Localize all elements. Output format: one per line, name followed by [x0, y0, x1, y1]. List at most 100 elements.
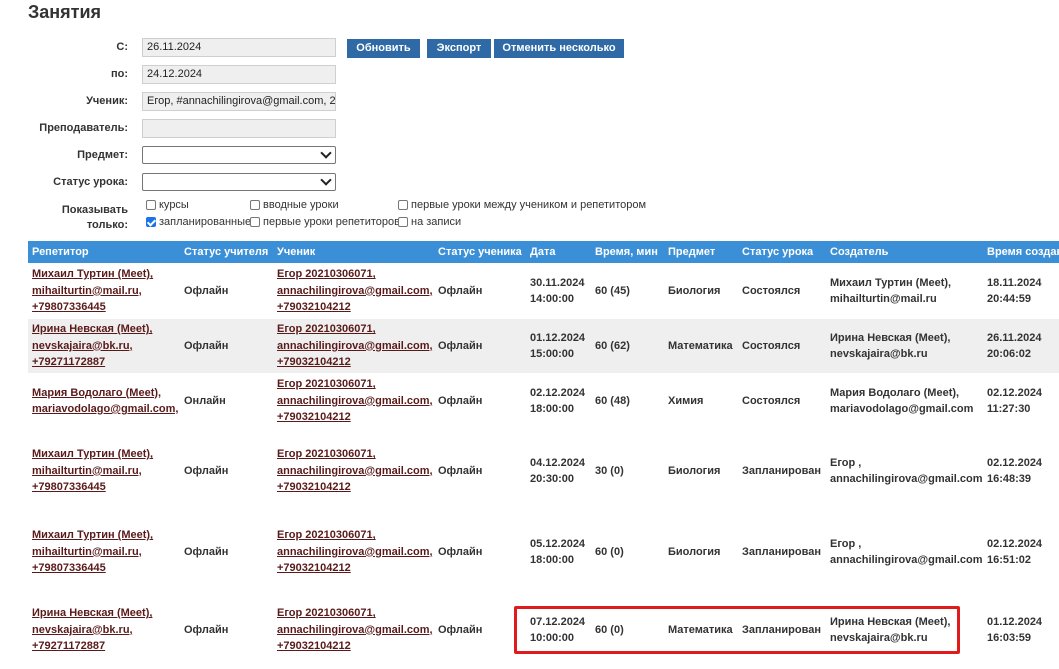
col-header-student[interactable]: Ученик — [273, 241, 434, 263]
student-name-link[interactable]: Егор 20210306071, — [277, 448, 376, 460]
tutor-phone-link[interactable]: +79807336445 — [32, 481, 106, 493]
created-time-cell: 02.12.2024 11:27:30 — [983, 373, 1059, 429]
tutor-email-link[interactable]: mihailturtin@mail.ru, — [32, 285, 142, 297]
creator-cell: Егор , annachilingirova@gmail.com — [826, 513, 983, 591]
lesson-status-cell: Запланирован — [742, 545, 821, 558]
student-phone-link[interactable]: +79032104212 — [277, 411, 351, 423]
tutor-email-link[interactable]: nevskajaira@bk.ru, — [32, 624, 133, 636]
checkbox-first-between-box[interactable] — [398, 200, 408, 210]
creator-email: nevskajaira@bk.ru — [830, 348, 928, 360]
checkbox-recorded-box[interactable] — [398, 217, 408, 227]
col-header-date[interactable]: Дата — [526, 241, 591, 263]
date-value: 02.12.2024 — [530, 386, 586, 399]
student-name-link[interactable]: Егор 20210306071, — [277, 529, 376, 541]
col-header-lesson-status[interactable]: Статус урока — [738, 241, 826, 263]
checkbox-intro-box[interactable] — [250, 200, 260, 210]
time-value: 18:00:00 — [530, 403, 575, 415]
lesson-status-select[interactable] — [142, 173, 336, 191]
student-phone-link[interactable]: +79032104212 — [277, 481, 351, 493]
subject-cell: Биология — [668, 464, 721, 477]
checkbox-planned-label: запланированные — [159, 216, 252, 228]
checkbox-first-tutor-label: первые уроки репетиторов — [263, 216, 400, 228]
tutor-phone-link[interactable]: +79271172887 — [32, 640, 105, 652]
checkbox-first-tutor[interactable]: первые уроки репетиторов — [250, 216, 400, 228]
tutor-email-link[interactable]: mihailturtin@mail.ru, — [32, 465, 142, 477]
from-date-input[interactable]: 26.11.2024 — [142, 38, 336, 57]
refresh-button[interactable]: Обновить — [347, 39, 420, 58]
created-time-cell: 26.11.2024 20:06:02 — [983, 319, 1059, 373]
student-cell: Егор 20210306071, annachilingirova@gmail… — [273, 591, 434, 669]
col-header-student-status[interactable]: Статус ученика — [434, 241, 526, 263]
student-name-link[interactable]: Егор 20210306071, — [277, 378, 376, 390]
student-email-link[interactable]: annachilingirova@gmail.com, — [277, 285, 433, 297]
student-phone-link[interactable]: +79032104212 — [277, 301, 351, 313]
cancel-several-button[interactable]: Отменить несколько — [494, 39, 624, 58]
tutor-phone-link[interactable]: +79271172887 — [32, 356, 105, 368]
creator-cell: Мария Водолаго (Meet), mariavodolago@gma… — [826, 373, 983, 429]
creator-name: Михаил Туртин (Meet), — [830, 276, 952, 289]
student-phone-link[interactable]: +79032104212 — [277, 562, 351, 574]
student-email-link[interactable]: annachilingirova@gmail.com, — [277, 546, 433, 558]
col-header-subject[interactable]: Предмет — [664, 241, 738, 263]
creator-email: annachilingirova@gmail.com — [830, 473, 983, 485]
tutor-email-link[interactable]: mihailturtin@mail.ru, — [32, 546, 142, 558]
table-row: Михаил Туртин (Meet), mihailturtin@mail.… — [28, 429, 1059, 513]
subject-cell: Биология — [668, 545, 721, 558]
col-header-creator[interactable]: Создатель — [826, 241, 983, 263]
tutor-email-link[interactable]: mariavodolago@gmail.com, — [32, 403, 178, 415]
checkbox-courses-box[interactable] — [146, 200, 156, 210]
col-header-tutor[interactable]: Репетитор — [28, 241, 180, 263]
student-name-link[interactable]: Егор 20210306071, — [277, 268, 376, 280]
col-header-created-time[interactable]: Время создания — [983, 241, 1059, 263]
checkbox-planned-box[interactable] — [146, 217, 156, 227]
export-button[interactable]: Экспорт — [427, 39, 491, 58]
student-name-link[interactable]: Егор 20210306071, — [277, 323, 376, 335]
checkbox-recorded[interactable]: на записи — [398, 216, 461, 228]
lesson-status-cell: Запланирован — [742, 623, 821, 636]
date-cell: 04.12.2024 20:30:00 — [526, 429, 591, 513]
from-label: С: — [116, 41, 128, 53]
col-header-teacher-status[interactable]: Статус учителя — [180, 241, 273, 263]
checkbox-planned[interactable]: запланированные — [146, 216, 251, 228]
student-input[interactable]: Егор, #annachilingirova@gmail.com, 20 — [142, 92, 336, 111]
tutor-cell: Михаил Туртин (Meet), mihailturtin@mail.… — [28, 513, 180, 591]
student-status: Офлайн — [438, 545, 483, 558]
subject-cell: Биология — [668, 284, 721, 297]
checkbox-first-tutor-box[interactable] — [250, 217, 260, 227]
chevron-down-icon — [320, 147, 332, 159]
checkbox-courses[interactable]: курсы — [146, 199, 189, 211]
duration-cell: 60 (48) — [595, 394, 630, 407]
tutor-name-link[interactable]: Михаил Туртин (Meet), — [32, 448, 153, 460]
teacher-input[interactable] — [142, 119, 336, 138]
created-date: 18.11.2024 — [987, 276, 1042, 289]
student-email-link[interactable]: annachilingirova@gmail.com, — [277, 340, 433, 352]
student-email-link[interactable]: annachilingirova@gmail.com, — [277, 395, 433, 407]
tutor-email-link[interactable]: nevskajaira@bk.ru, — [32, 340, 133, 352]
student-email-link[interactable]: annachilingirova@gmail.com, — [277, 465, 433, 477]
checkbox-intro-label: вводные уроки — [263, 199, 339, 211]
date-cell: 02.12.2024 18:00:00 — [526, 373, 591, 429]
student-phone-link[interactable]: +79032104212 — [277, 640, 351, 652]
tutor-name-link[interactable]: Мария Водолаго (Meet), — [32, 387, 161, 399]
creator-email: annachilingirova@gmail.com — [830, 554, 983, 566]
student-phone-link[interactable]: +79032104212 — [277, 356, 351, 368]
student-email-link[interactable]: annachilingirova@gmail.com, — [277, 624, 433, 636]
teacher-status: Онлайн — [184, 394, 226, 407]
col-header-duration[interactable]: Время, мин — [591, 241, 664, 263]
checkbox-intro-lessons[interactable]: вводные уроки — [250, 199, 339, 211]
tutor-phone-link[interactable]: +79807336445 — [32, 562, 106, 574]
tutor-name-link[interactable]: Михаил Туртин (Meet), — [32, 529, 153, 541]
student-cell: Егор 20210306071, annachilingirova@gmail… — [273, 513, 434, 591]
creator-cell: Ирина Невская (Meet), nevskajaira@bk.ru — [826, 591, 983, 669]
tutor-name-link[interactable]: Ирина Невская (Meet), — [32, 607, 152, 619]
to-date-input[interactable]: 24.12.2024 — [142, 65, 336, 84]
tutor-name-link[interactable]: Михаил Туртин (Meet), — [32, 268, 153, 280]
subject-select[interactable] — [142, 146, 336, 164]
tutor-name-link[interactable]: Ирина Невская (Meet), — [32, 323, 152, 335]
student-name-link[interactable]: Егор 20210306071, — [277, 607, 376, 619]
tutor-phone-link[interactable]: +79807336445 — [32, 301, 106, 313]
lesson-status-cell: Состоялся — [738, 319, 826, 373]
creator-name: Мария Водолаго (Meet), — [830, 386, 960, 399]
time-value: 10:00:00 — [530, 632, 575, 644]
checkbox-first-between[interactable]: первые уроки между учеником и репетиторо… — [398, 199, 646, 211]
